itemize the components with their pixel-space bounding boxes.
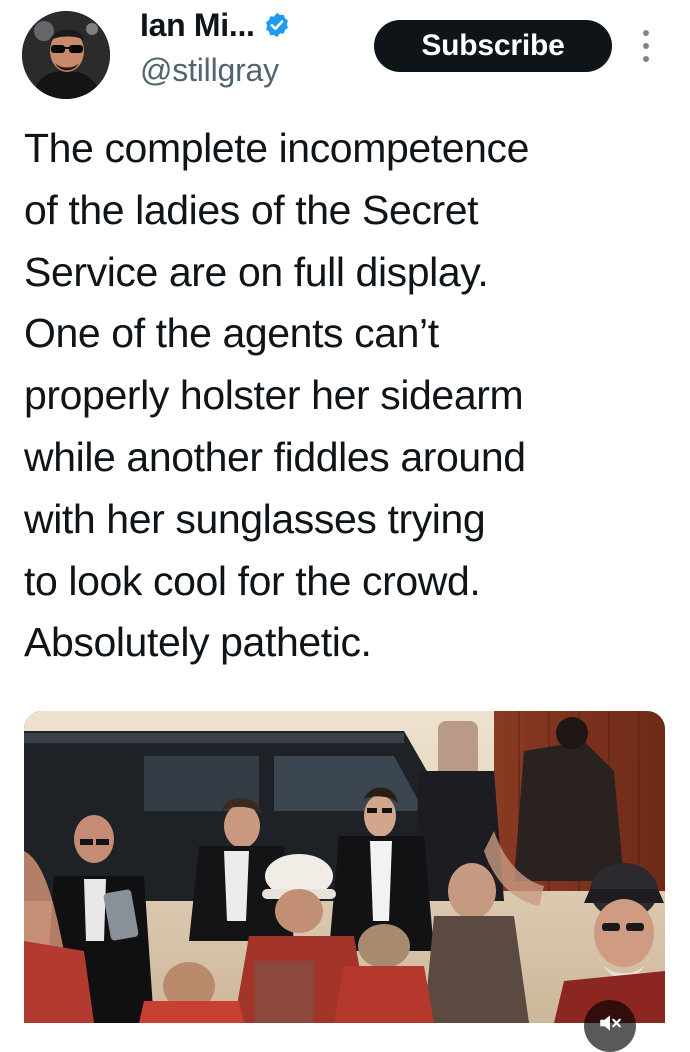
author-name-row[interactable]: Ian Mi...: [140, 3, 291, 47]
tweet-text-line: One of the agents can’t: [24, 310, 439, 357]
avatar-image: [22, 11, 110, 99]
tweet-video[interactable]: [24, 711, 665, 1023]
subscribe-button[interactable]: Subscribe: [374, 20, 612, 72]
verified-badge-icon: [263, 11, 291, 39]
volume-muted-icon[interactable]: [584, 1000, 636, 1052]
tweet-header: Ian Mi... @stillgray Subscribe: [0, 0, 690, 110]
more-vertical-icon[interactable]: [634, 26, 658, 66]
tweet-text-line: Service are on full display.: [24, 248, 489, 295]
tweet-text-line: of the ladies of the Secret: [24, 186, 479, 233]
tweet-text-line: properly holster her sidearm: [24, 372, 524, 419]
author-display-name[interactable]: Ian Mi...: [140, 7, 255, 44]
author-avatar[interactable]: [22, 11, 110, 99]
tweet-text-line: while another fiddles around: [24, 433, 526, 480]
tweet-text: The complete incompetence of the ladies …: [24, 118, 674, 674]
speaker-glyph: [600, 1015, 621, 1031]
tweet-text-line: to look cool for the crowd.: [24, 557, 481, 604]
tweet-text-line: with her sunglasses trying: [24, 495, 486, 542]
tweet-text-line: Absolutely pathetic.: [24, 619, 372, 666]
more-dot: [643, 43, 649, 49]
more-dot: [643, 56, 649, 62]
video-frame: [24, 711, 665, 1023]
tweet-text-line: The complete incompetence: [24, 125, 530, 171]
author-handle[interactable]: @stillgray: [140, 52, 279, 89]
more-dot: [643, 30, 649, 36]
